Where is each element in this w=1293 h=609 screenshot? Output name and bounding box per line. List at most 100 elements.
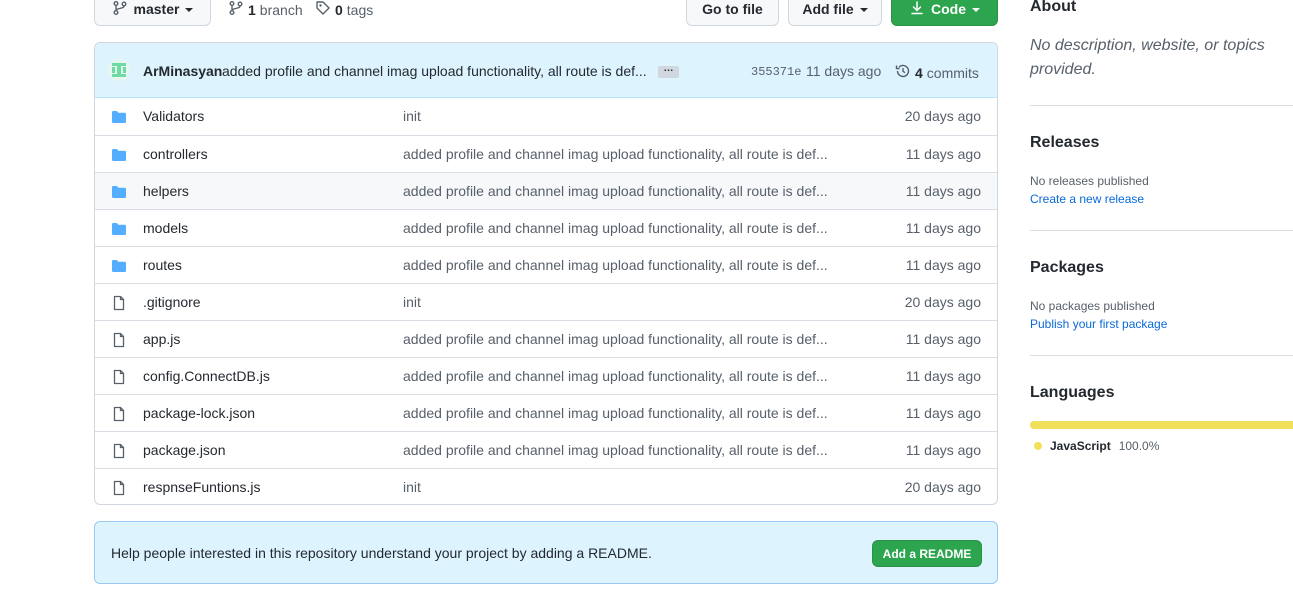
- file-name-link[interactable]: package-lock.json: [143, 405, 255, 421]
- file-commit-message-link[interactable]: init: [403, 294, 421, 310]
- tags-count: 0: [335, 1, 343, 18]
- file-icon: [111, 295, 127, 314]
- file-commit-message-link[interactable]: added profile and channel imag upload fu…: [403, 183, 828, 199]
- file-row[interactable]: controllers added profile and channel ima…: [95, 135, 997, 172]
- commit-author-link[interactable]: ArMinasyan: [143, 63, 222, 79]
- file-name-link[interactable]: app.js: [143, 331, 180, 347]
- file-commit-age: 11 days ago: [905, 146, 981, 162]
- branch-icon: [112, 0, 128, 19]
- file-name-link[interactable]: models: [143, 220, 188, 236]
- file-icon: [111, 480, 127, 499]
- packages-heading[interactable]: Packages: [1030, 259, 1104, 277]
- file-commit-age: 11 days ago: [905, 331, 981, 347]
- add-file-label: Add file: [802, 1, 854, 17]
- file-commit-message-link[interactable]: added profile and channel imag upload fu…: [403, 368, 828, 384]
- file-name-link[interactable]: Validators: [143, 108, 204, 124]
- file-name-link[interactable]: helpers: [143, 183, 189, 199]
- go-to-file-label: Go to file: [702, 1, 763, 17]
- folder-icon: [111, 258, 127, 277]
- file-row[interactable]: package-lock.json added profile and chann…: [95, 394, 997, 431]
- branches-word: branch: [259, 1, 303, 18]
- readme-prompt-text: Help people interested in this repositor…: [111, 545, 652, 561]
- commits-word: commits: [926, 64, 979, 81]
- packages-empty-text: No packages published: [1030, 299, 1155, 313]
- releases-heading[interactable]: Releases: [1030, 134, 1099, 152]
- chevron-down-icon: [185, 8, 194, 12]
- file-icon: [111, 406, 127, 425]
- file-commit-age: 20 days ago: [904, 108, 981, 124]
- file-row[interactable]: models added profile and channel imag upl…: [95, 209, 997, 246]
- chevron-down-icon: [972, 8, 980, 12]
- file-commit-message-link[interactable]: init: [403, 108, 421, 124]
- file-name-link[interactable]: respnseFuntions.js: [143, 479, 261, 495]
- chevron-down-icon: [859, 8, 868, 12]
- file-icon: [111, 443, 127, 462]
- commit-expand-button[interactable]: …: [658, 64, 679, 78]
- language-percent: 100.0%: [1118, 439, 1160, 453]
- avatar[interactable]: [108, 59, 130, 81]
- file-row[interactable]: .gitignore init 20 days ago: [95, 283, 997, 320]
- file-icon: [111, 369, 127, 388]
- tags-link[interactable]: 0 tags: [315, 0, 373, 19]
- file-commit-age: 20 days ago: [904, 479, 981, 495]
- languages-heading: Languages: [1030, 384, 1115, 401]
- commit-sha-link[interactable]: 355371e: [751, 65, 801, 79]
- language-name: JavaScript: [1050, 439, 1111, 453]
- file-commit-message-link[interactable]: added profile and channel imag upload fu…: [403, 331, 828, 347]
- file-commit-message-link[interactable]: added profile and channel imag upload fu…: [403, 257, 828, 273]
- code-button[interactable]: Code: [891, 0, 998, 26]
- branch-select-button[interactable]: master: [94, 0, 211, 26]
- readme-prompt: Help people interested in this repositor…: [94, 521, 998, 584]
- add-file-button[interactable]: Add file: [788, 0, 882, 26]
- create-release-link[interactable]: Create a new release: [1030, 192, 1144, 206]
- file-name-link[interactable]: controllers: [143, 146, 208, 162]
- about-description: No description, website, or topics provi…: [1030, 37, 1265, 78]
- file-browser: ArMinasyan added profile and channel ima…: [94, 42, 998, 505]
- language-item[interactable]: JavaScript 100.0%: [1034, 439, 1159, 453]
- file-commit-age: 20 days ago: [904, 294, 981, 310]
- divider: [1030, 105, 1293, 106]
- file-row[interactable]: Validators init 20 days ago: [95, 98, 997, 135]
- history-icon: [895, 63, 911, 82]
- file-commit-age: 11 days ago: [905, 368, 981, 384]
- file-row[interactable]: config.ConnectDB.js added profile and cha…: [95, 357, 997, 394]
- folder-icon: [111, 184, 127, 203]
- file-commit-age: 11 days ago: [905, 442, 981, 458]
- file-name-link[interactable]: .gitignore: [143, 294, 201, 310]
- add-readme-button[interactable]: Add a README: [872, 540, 982, 567]
- file-commit-message-link[interactable]: added profile and channel imag upload fu…: [403, 405, 828, 421]
- file-row[interactable]: package.json added profile and channel im…: [95, 431, 997, 468]
- file-row[interactable]: routes added profile and channel imag upl…: [95, 246, 997, 283]
- go-to-file-button[interactable]: Go to file: [686, 0, 779, 26]
- branch-name: master: [133, 1, 180, 17]
- language-dot: [1034, 442, 1042, 450]
- file-commit-age: 11 days ago: [905, 405, 981, 421]
- file-commit-message-link[interactable]: added profile and channel imag upload fu…: [403, 146, 828, 162]
- repo-toolbar: master 1 branch 0 tags Go to file Add fi…: [94, 0, 998, 26]
- file-name-link[interactable]: routes: [143, 257, 182, 273]
- file-row[interactable]: helpers added profile and channel imag up…: [95, 172, 997, 209]
- file-commit-message-link[interactable]: added profile and channel imag upload fu…: [403, 442, 828, 458]
- tags-word: tags: [346, 1, 374, 18]
- file-icon: [111, 332, 127, 351]
- branch-icon: [228, 0, 244, 19]
- folder-icon: [111, 221, 127, 240]
- code-label: Code: [931, 1, 966, 17]
- commits-history-link[interactable]: 4 commits: [895, 63, 979, 82]
- publish-package-link[interactable]: Publish your first package: [1030, 317, 1167, 331]
- releases-empty-text: No releases published: [1030, 174, 1149, 188]
- branches-link[interactable]: 1 branch: [228, 0, 303, 19]
- folder-icon: [111, 147, 127, 166]
- language-bar: [1030, 421, 1293, 429]
- tag-icon: [315, 0, 331, 19]
- divider: [1030, 355, 1293, 356]
- file-row[interactable]: respnseFuntions.js init 20 days ago: [95, 468, 997, 504]
- file-name-link[interactable]: package.json: [143, 442, 226, 458]
- file-name-link[interactable]: config.ConnectDB.js: [143, 368, 270, 384]
- file-commit-message-link[interactable]: init: [403, 479, 421, 495]
- commit-message-link[interactable]: added profile and channel imag upload fu…: [222, 63, 647, 79]
- about-heading: About: [1030, 0, 1077, 15]
- commits-count: 4: [915, 64, 923, 81]
- file-commit-message-link[interactable]: added profile and channel imag upload fu…: [403, 220, 828, 236]
- file-row[interactable]: app.js added profile and channel imag upl…: [95, 320, 997, 357]
